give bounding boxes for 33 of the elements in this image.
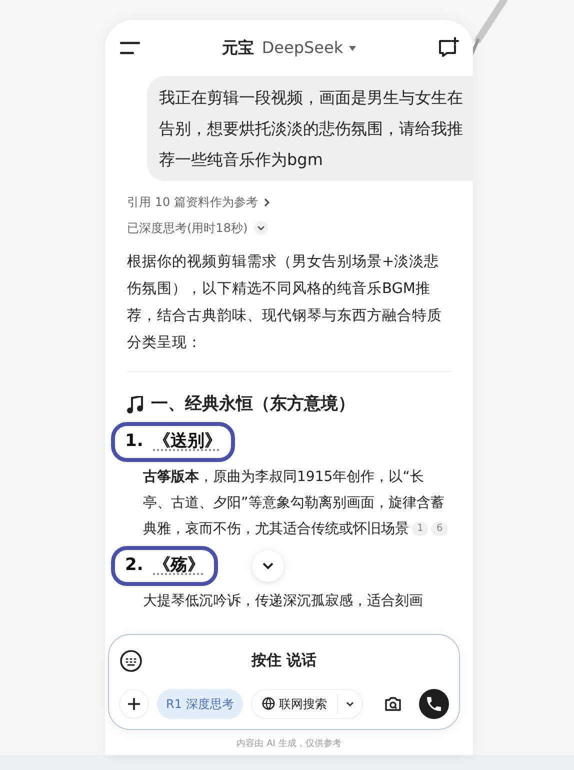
deep-think-toggle[interactable]: R1 深度思考 — [157, 688, 243, 718]
thinking-toggle[interactable]: 已深度思考(用时18秒) — [127, 219, 268, 237]
song-description: 古筝版本，原曲为李叔同1915年创作，以“长亭、古道、夕阳”等意象勾勒离别画面，旋律含蓄典雅，哀而不伤，尤其适合传统或怀旧场景 1 6 — [127, 464, 451, 542]
answer-intro: 根据你的视频剪辑需求（男女告别场景+淡淡悲伤氛围），以下精选不同风格的纯音乐BGM推荐，结合古典韵味、现代钢琴与东西方融合特质分类呈现： — [127, 252, 443, 353]
call-button[interactable] — [419, 688, 449, 718]
song-number: 1. — [125, 430, 144, 453]
song-title[interactable]: 《殇》 — [153, 552, 204, 578]
song-number: 2. — [125, 554, 144, 577]
ai-disclaimer: 内容由 AI 生成，仅供参考 — [236, 738, 342, 750]
user-message-bubble: 我正在剪辑一段视频，画面是男生与女生在告别，想要烘托淡淡的悲伤氛围，请给我推荐一些纯音乐作为bgm — [147, 76, 473, 181]
chevron-icon — [254, 221, 268, 235]
model-selector[interactable]: DeepSeek — [262, 36, 356, 60]
new-chat-icon[interactable] — [437, 37, 459, 59]
scroll-down-button[interactable] — [252, 550, 284, 582]
references-link[interactable]: 引用 10 篇资料作为参考 — [127, 193, 270, 211]
menu-icon[interactable] — [119, 41, 141, 55]
music-note-icon — [127, 396, 143, 414]
plus-icon — [128, 698, 140, 710]
keyboard-icon[interactable] — [119, 648, 143, 672]
phone-icon — [427, 696, 441, 710]
chevron-down-icon — [262, 562, 274, 570]
web-search-label: 联网搜索 — [278, 696, 327, 712]
song-description: 大提琴低沉吟诉，传递深沉孤寂感，适合刻画 — [142, 592, 424, 610]
web-search-toggle[interactable]: 联网搜索 — [250, 688, 363, 718]
caret-down-icon[interactable] — [346, 700, 354, 706]
globe-icon — [262, 697, 275, 710]
section-heading: 一、经典永恒（东方意境） — [151, 393, 355, 416]
add-button[interactable] — [119, 688, 149, 718]
caret-icon — [349, 46, 356, 50]
hold-to-talk-button[interactable]: 按住 说话 — [143, 649, 449, 672]
app-title: 元宝 — [222, 37, 254, 59]
chevron-right-icon — [264, 198, 270, 206]
song-title[interactable]: 《送别》 — [153, 428, 222, 454]
